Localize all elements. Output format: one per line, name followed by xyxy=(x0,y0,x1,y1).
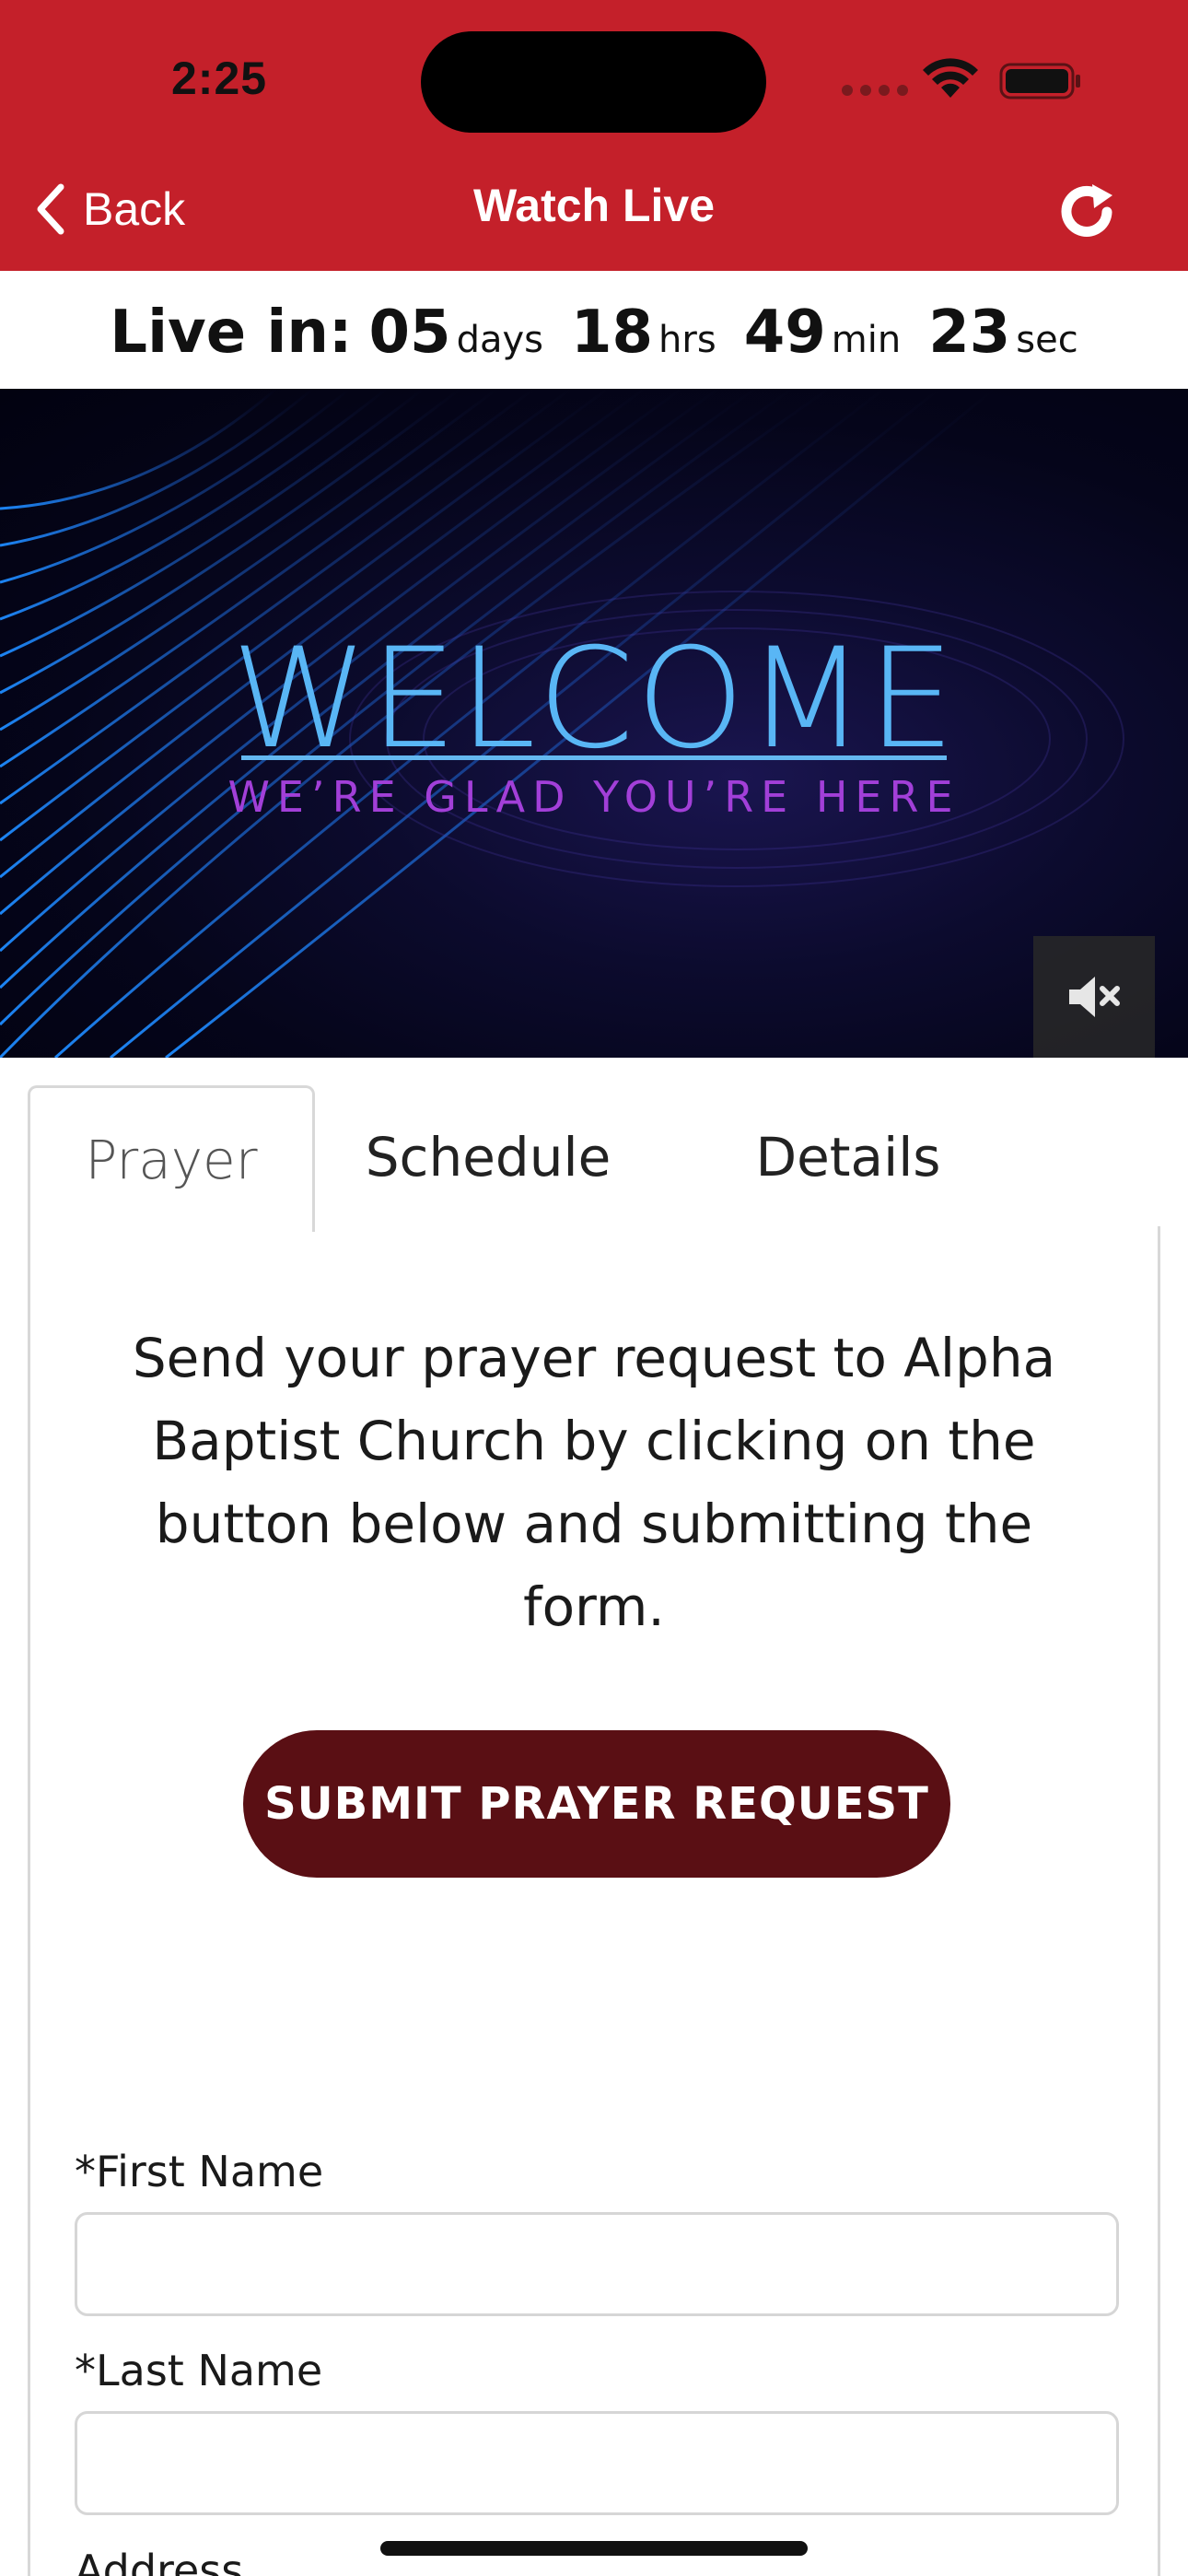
prayer-intro-text: Send your prayer request to Alpha Baptis… xyxy=(132,1327,1056,1638)
countdown-days: 05 xyxy=(368,299,451,367)
tab-details[interactable]: Details xyxy=(696,1085,1000,1229)
live-countdown: Live in: 05 days 18 hrs 49 min 23 sec xyxy=(0,271,1188,389)
countdown-minutes-unit: min xyxy=(831,319,902,361)
submit-prayer-request-button[interactable]: SUBMIT PRAYER REQUEST xyxy=(243,1730,950,1878)
battery-icon xyxy=(999,63,1080,100)
last-name-field[interactable] xyxy=(75,2411,1119,2515)
page-title: Watch Live xyxy=(472,180,716,231)
countdown-hours-unit: hrs xyxy=(658,319,716,361)
countdown-days-unit: days xyxy=(456,319,543,361)
address-label: Address xyxy=(75,2546,244,2576)
countdown-seconds: 23 xyxy=(928,299,1011,367)
home-indicator xyxy=(380,2541,808,2556)
prayer-panel: Send your prayer request to Alpha Baptis… xyxy=(28,1226,1160,2576)
countdown-minutes: 49 xyxy=(743,299,826,367)
first-name-field[interactable] xyxy=(75,2212,1119,2316)
dynamic-island xyxy=(421,31,766,133)
first-name-label: *First Name xyxy=(75,2147,324,2196)
status-time: 2:25 xyxy=(171,53,268,104)
countdown-hours: 18 xyxy=(570,299,654,367)
tab-bar: Prayer Schedule Details xyxy=(28,1085,1160,1232)
last-name-label: *Last Name xyxy=(75,2346,323,2395)
countdown-seconds-unit: sec xyxy=(1016,319,1078,361)
video-welcome-subtitle: WE’RE GLAD YOU’RE HERE xyxy=(227,772,961,822)
tab-schedule[interactable]: Schedule xyxy=(341,1085,635,1229)
video-welcome-rule xyxy=(241,755,947,760)
cellular-signal-icon xyxy=(842,85,908,96)
countdown-label: Live in: xyxy=(110,299,353,367)
wifi-icon xyxy=(923,58,978,98)
tab-prayer[interactable]: Prayer xyxy=(28,1085,315,1232)
mute-toggle-button[interactable] xyxy=(1033,936,1155,1058)
speaker-muted-icon xyxy=(1069,977,1120,1017)
video-player[interactable]: WELCOME WE’RE GLAD YOU’RE HERE xyxy=(0,389,1188,1058)
app-header: 2:25 Back Watch Live xyxy=(0,0,1188,271)
refresh-icon[interactable] xyxy=(1050,175,1124,249)
